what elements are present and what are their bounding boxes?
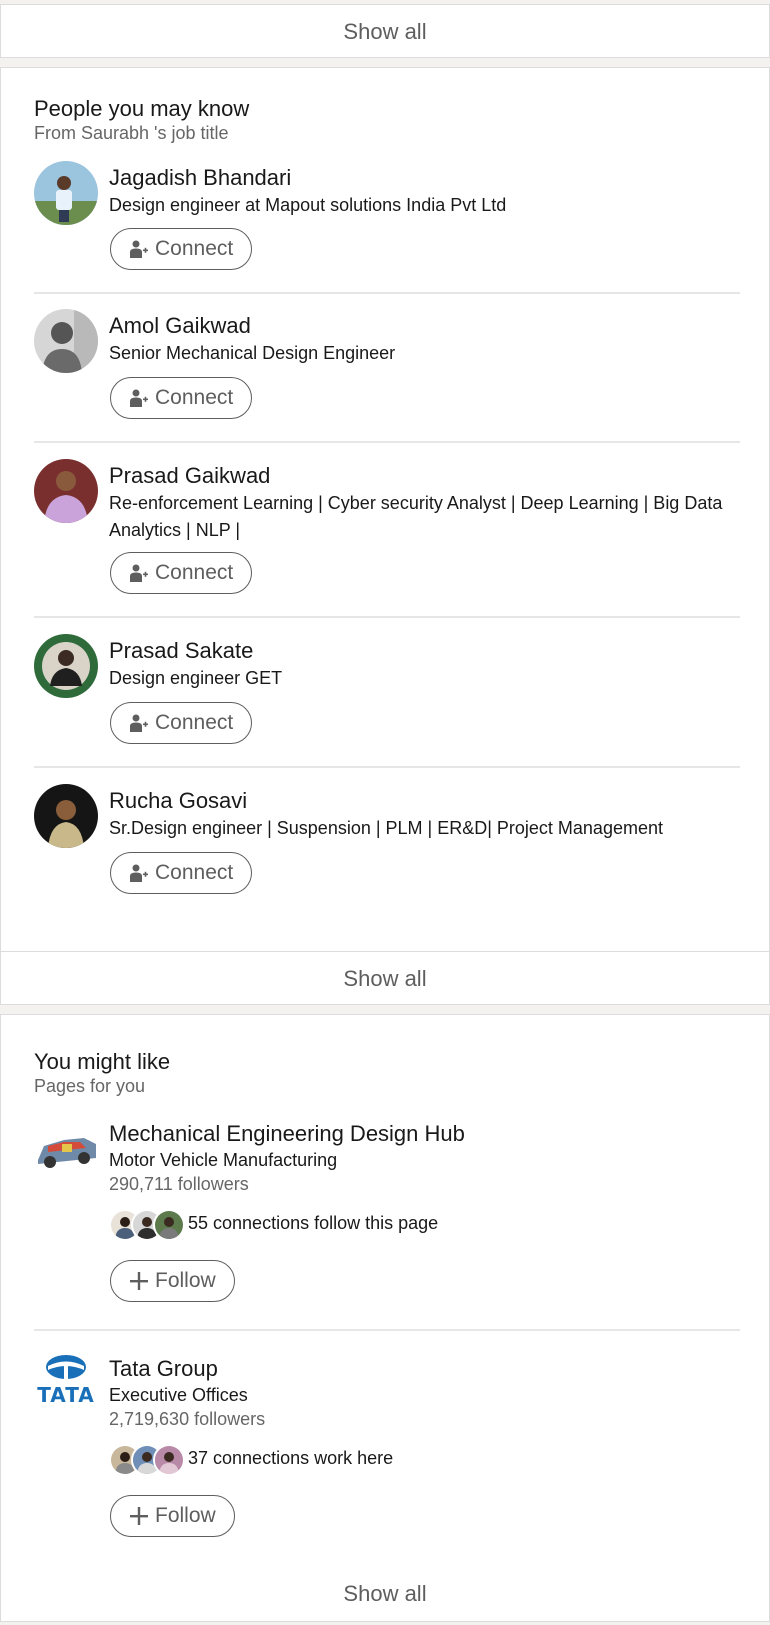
person-headline: Re-enforcement Learning | Cyber security… [109,493,723,540]
person-add-icon [129,239,149,259]
page-name[interactable]: Mechanical Engineering Design Hub [109,1121,465,1147]
person-item: Amol Gaikwad Senior Mechanical Design En… [34,309,740,439]
page-industry: Executive Offices [109,1385,248,1405]
page-item: Mechanical Engineering Design Hub Motor … [34,1116,740,1306]
avatar[interactable] [34,634,98,698]
person-name[interactable]: Rucha Gosavi [109,788,247,814]
connect-button[interactable]: Connect [110,228,253,270]
connection-avatar [153,1209,185,1241]
page-name[interactable]: Tata Group [109,1356,218,1382]
follow-button[interactable]: Follow [110,1260,235,1302]
follow-label: Follow [155,1269,216,1292]
person-headline: Design engineer GET [109,668,283,688]
person-name[interactable]: Prasad Sakate [109,638,253,664]
avatar[interactable] [34,784,98,848]
divider [34,292,740,294]
divider [34,766,740,768]
avatar[interactable] [34,161,98,225]
connect-button[interactable]: Connect [110,702,253,744]
person-item: Prasad Gaikwad Re-enforcement Learning |… [34,459,740,619]
section-subtitle: Pages for you [34,1076,146,1096]
person-headline: Senior Mechanical Design Engineer [109,343,396,363]
page-followers: 290,711 followers [109,1174,249,1194]
divider [34,441,740,443]
connection-avatars [109,1209,189,1241]
connect-button[interactable]: Connect [110,552,253,594]
person-name[interactable]: Prasad Gaikwad [109,463,270,489]
person-item: Jagadish Bhandari Design engineer at Map… [34,161,740,291]
person-add-icon [129,713,149,733]
previous-card-footer: Show all [0,4,770,58]
plus-icon [129,1506,149,1526]
show-all-button[interactable]: Show all [1,1567,769,1621]
connections-text: 37 connections work here [188,1448,394,1468]
connect-label: Connect [155,561,234,584]
page-item: TATA Tata Group Executive Offices 2,719,… [34,1351,740,1541]
person-headline: Design engineer at Mapout solutions Indi… [109,195,507,215]
person-add-icon [129,388,149,408]
connection-avatars [109,1444,189,1476]
person-name[interactable]: Jagadish Bhandari [109,165,291,191]
connect-label: Connect [155,237,234,260]
page-logo[interactable] [34,1116,98,1180]
connect-label: Connect [155,711,234,734]
page-logo[interactable]: TATA [34,1351,98,1415]
person-item: Prasad Sakate Design engineer GET Connec… [34,634,740,764]
avatar[interactable] [34,459,98,523]
page-industry: Motor Vehicle Manufacturing [109,1150,338,1170]
avatar[interactable] [34,309,98,373]
connections-text: 55 connections follow this page [188,1213,439,1233]
plus-icon [129,1271,149,1291]
divider [34,616,740,618]
connect-button[interactable]: Connect [110,852,253,894]
connect-label: Connect [155,861,234,884]
connect-button[interactable]: Connect [110,377,253,419]
tata-wordmark: TATA [37,1383,95,1407]
follow-label: Follow [155,1504,216,1527]
person-name[interactable]: Amol Gaikwad [109,313,251,339]
section-title: You might like [34,1049,171,1074]
divider [34,1329,740,1331]
person-headline: Sr.Design engineer | Suspension | PLM | … [109,818,663,838]
person-add-icon [129,863,149,883]
connect-label: Connect [155,386,234,409]
follow-button[interactable]: Follow [110,1495,235,1537]
person-item: Rucha Gosavi Sr.Design engineer | Suspen… [34,784,740,914]
page-followers: 2,719,630 followers [109,1409,266,1429]
section-title: People you may know [34,96,250,121]
show-all-button[interactable]: Show all [1,5,769,59]
show-all-button[interactable]: Show all [1,951,769,1005]
section-subtitle: From Saurabh 's job title [34,123,229,143]
person-add-icon [129,563,149,583]
people-you-may-know-card: People you may know From Saurabh 's job … [0,67,770,1005]
connection-avatar [153,1444,185,1476]
you-might-like-card: You might like Pages for you Mechanical … [0,1014,770,1622]
